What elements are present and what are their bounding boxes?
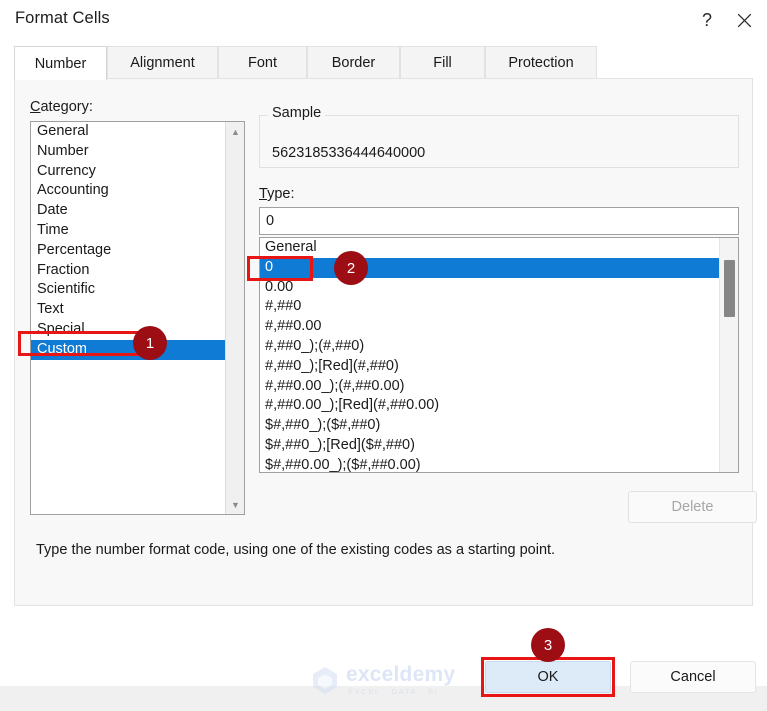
- category-item-percentage[interactable]: Percentage: [31, 241, 244, 261]
- type-item-general[interactable]: General: [260, 238, 738, 258]
- type-listbox[interactable]: General 0 0.00 #,##0 #,##0.00 #,##0_);(#,##0)…: [259, 237, 739, 473]
- category-label: Category:: [30, 99, 93, 115]
- tab-label: Number: [34, 55, 87, 72]
- type-item-container: General 0 0.00 #,##0 #,##0.00 #,##0_);(#,##0)…: [260, 238, 738, 472]
- tab-border[interactable]: Border: [307, 46, 400, 79]
- tab-fill[interactable]: Fill: [400, 46, 485, 79]
- hint-text: Type the number format code, using one o…: [36, 542, 556, 558]
- dialog-titlebar: Format Cells ?: [0, 0, 767, 41]
- type-item-0-00-red-0-00[interactable]: #,##0.00_);[Red](#,##0.00): [260, 396, 738, 416]
- type-item-0[interactable]: #,##0: [260, 297, 738, 317]
- type-item-0-red-0[interactable]: #,##0_);[Red](#,##0): [260, 357, 738, 377]
- category-item-currency[interactable]: Currency: [31, 162, 244, 182]
- type-scrollbar-thumb[interactable]: [724, 260, 735, 317]
- type-label-rest: ype:: [267, 186, 295, 202]
- type-item-0-00[interactable]: 0.00: [260, 278, 738, 298]
- category-item-time[interactable]: Time: [31, 221, 244, 241]
- tab-alignment[interactable]: Alignment: [107, 46, 218, 79]
- category-item-container: General Number Currency Accounting Date Time P…: [31, 122, 244, 360]
- type-item-0-00-0-00[interactable]: $#,##0.00_);($#,##0.00): [260, 456, 738, 472]
- type-item-zero[interactable]: 0: [260, 257, 724, 278]
- tab-strip: Number Alignment Font Border Fill Protection: [14, 46, 753, 80]
- category-item-general[interactable]: General: [31, 122, 244, 142]
- type-label-accel: T: [259, 186, 268, 202]
- tab-number[interactable]: Number: [14, 46, 107, 80]
- category-item-text[interactable]: Text: [31, 300, 244, 320]
- category-item-accounting[interactable]: Accounting: [31, 181, 244, 201]
- triangle-up-icon[interactable]: ▲: [226, 122, 244, 141]
- tab-label: Font: [247, 55, 277, 71]
- category-item-number[interactable]: Number: [31, 142, 244, 162]
- category-label-rest: ategory:: [40, 99, 93, 115]
- close-icon[interactable]: [721, 0, 767, 41]
- category-listbox[interactable]: General Number Currency Accounting Date Time P…: [30, 121, 245, 515]
- tab-label: Border: [331, 55, 376, 71]
- exceldemy-cube-logo-icon: [313, 667, 337, 694]
- triangle-down-icon[interactable]: ▼: [226, 495, 244, 514]
- type-item-0-0[interactable]: $#,##0_);($#,##0): [260, 416, 738, 436]
- category-item-custom[interactable]: Custom: [31, 339, 244, 360]
- tab-protection[interactable]: Protection: [485, 46, 597, 79]
- cancel-button[interactable]: Cancel: [630, 661, 756, 693]
- tab-label: Protection: [508, 55, 574, 71]
- category-scrollbar[interactable]: ▲ ▼: [225, 122, 244, 514]
- tab-label: Alignment: [130, 55, 195, 71]
- dialog-title: Format Cells: [15, 9, 110, 27]
- category-label-accel: C: [30, 99, 41, 115]
- category-item-scientific[interactable]: Scientific: [31, 280, 244, 300]
- number-tab-panel: Category: General Number Currency Accountin…: [14, 78, 757, 606]
- watermark-tagline: EXCEL · DATA · BI: [348, 687, 439, 697]
- watermark-name: exceldemy: [346, 663, 456, 687]
- type-item-0-00-0-00[interactable]: #,##0.00_);(#,##0.00): [260, 377, 738, 397]
- type-item-0-red-0[interactable]: $#,##0_);[Red]($#,##0): [260, 436, 738, 456]
- type-scrollbar[interactable]: [719, 238, 738, 472]
- type-item-0-00[interactable]: #,##0.00: [260, 317, 738, 337]
- sample-value: 5623185336444640000: [272, 145, 426, 161]
- annotation-badge-3: 3: [531, 628, 565, 662]
- delete-button[interactable]: Delete: [628, 491, 757, 523]
- format-cells-dialog: Format Cells ? Number Alignment Font Border…: [0, 0, 767, 697]
- category-item-special[interactable]: Special: [31, 320, 244, 340]
- sample-legend: Sample: [268, 105, 326, 121]
- exceldemy-watermark: exceldemy EXCEL · DATA · BI: [310, 662, 470, 698]
- tab-font[interactable]: Font: [218, 46, 307, 79]
- type-input[interactable]: [259, 207, 739, 235]
- category-item-date[interactable]: Date: [31, 201, 244, 221]
- watermark-text: exceldemy EXCEL · DATA · BI: [346, 664, 455, 696]
- type-item-0-0[interactable]: #,##0_);(#,##0): [260, 337, 738, 357]
- ok-button[interactable]: OK: [485, 661, 611, 693]
- category-item-fraction[interactable]: Fraction: [31, 261, 244, 281]
- tab-label: Fill: [433, 55, 452, 71]
- type-label: Type:: [259, 186, 294, 202]
